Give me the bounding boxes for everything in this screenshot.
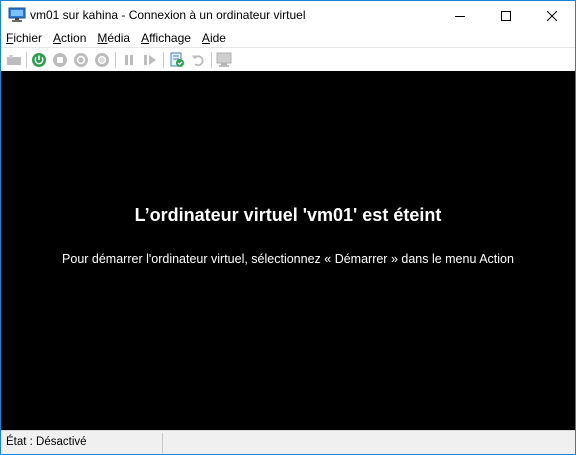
revert-icon bbox=[192, 55, 204, 67]
menu-action[interactable]: Action bbox=[48, 30, 92, 46]
menu-media[interactable]: Média bbox=[92, 30, 136, 46]
start-icon bbox=[32, 53, 46, 67]
checkpoint-icon bbox=[170, 52, 184, 67]
vm-off-headline: L’ordinateur virtuel 'vm01' est éteint bbox=[134, 205, 442, 225]
ctrl-alt-del-icon bbox=[7, 55, 21, 65]
vm-state-label: État : Désactivé bbox=[6, 436, 87, 448]
shut-down-button[interactable] bbox=[72, 51, 90, 69]
toolbar-separator bbox=[26, 52, 27, 68]
enhanced-session-icon bbox=[216, 52, 232, 67]
close-button[interactable] bbox=[529, 1, 575, 30]
status-bar: État : Désactivé bbox=[1, 430, 575, 454]
pause-icon bbox=[125, 55, 133, 65]
shut-down-icon bbox=[74, 53, 88, 67]
enhanced-session-button[interactable] bbox=[216, 51, 234, 69]
turn-off-button[interactable] bbox=[51, 51, 69, 69]
toolbar-separator bbox=[115, 52, 116, 68]
vm-start-instructions: Pour démarrer l'ordinateur virtuel, séle… bbox=[62, 252, 514, 266]
save-icon bbox=[95, 53, 109, 67]
turn-off-icon bbox=[53, 53, 67, 67]
start-button[interactable] bbox=[30, 51, 48, 69]
toolbar-separator bbox=[163, 52, 164, 68]
menu-aide[interactable]: Aide bbox=[197, 30, 232, 46]
vm-display[interactable]: L’ordinateur virtuel 'vm01' est éteint P… bbox=[1, 71, 575, 430]
pause-button[interactable] bbox=[120, 51, 138, 69]
toolbar bbox=[1, 47, 575, 72]
menu-affichage[interactable]: Affichage bbox=[136, 30, 197, 46]
close-icon bbox=[547, 10, 557, 21]
menu-fichier[interactable]: Fichier bbox=[1, 30, 48, 46]
window-title: vm01 sur kahina - Connexion à un ordinat… bbox=[30, 8, 306, 22]
checkpoint-button[interactable] bbox=[168, 51, 186, 69]
ctrl-alt-del-button[interactable] bbox=[5, 51, 23, 69]
reset-button[interactable] bbox=[141, 51, 159, 69]
revert-button[interactable] bbox=[189, 51, 207, 69]
toolbar-separator bbox=[211, 52, 212, 68]
maximize-icon bbox=[501, 10, 511, 21]
title-bar[interactable]: vm01 sur kahina - Connexion à un ordinat… bbox=[1, 1, 575, 30]
save-button[interactable] bbox=[93, 51, 111, 69]
minimize-button[interactable] bbox=[437, 1, 483, 30]
menu-bar: Fichier Action Média Affichage Aide bbox=[1, 30, 575, 46]
minimize-icon bbox=[455, 15, 465, 17]
vm-connection-icon bbox=[8, 7, 26, 23]
maximize-button[interactable] bbox=[483, 1, 529, 30]
status-divider bbox=[162, 433, 163, 453]
vm-connection-window: vm01 sur kahina - Connexion à un ordinat… bbox=[0, 0, 576, 455]
reset-icon bbox=[144, 55, 156, 65]
